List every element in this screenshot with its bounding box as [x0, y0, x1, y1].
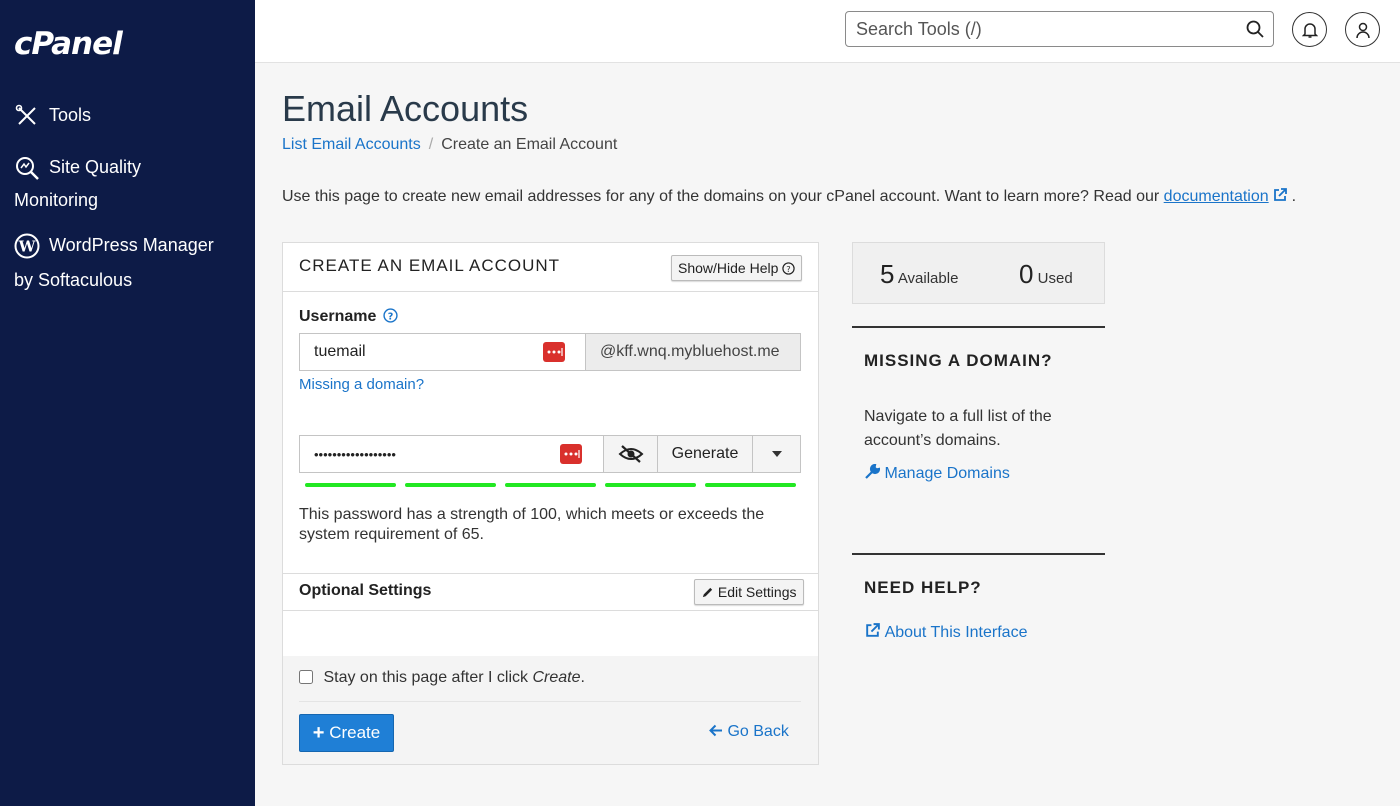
- external-link-icon: [866, 623, 880, 637]
- sidebar-item-wordpress[interactable]: W WordPress Manager: [14, 228, 214, 262]
- sidebar-item-label-continued[interactable]: by Softaculous: [14, 263, 132, 297]
- plus-icon: +: [312, 721, 325, 744]
- svg-text:W: W: [18, 238, 37, 256]
- wrench-icon: [865, 463, 881, 479]
- sidebar-item-tools[interactable]: Tools: [14, 98, 91, 132]
- search-box: [845, 11, 1274, 47]
- eye-slash-icon: [618, 444, 643, 463]
- svg-text:?: ?: [787, 264, 791, 274]
- search-icon[interactable]: [1245, 19, 1265, 39]
- svg-text:?: ?: [388, 311, 394, 322]
- go-back-link[interactable]: Go Back: [709, 723, 789, 741]
- domain-suffix: @kff.wnq.mybluehost.me: [585, 333, 801, 371]
- strength-meter-segment: [605, 483, 696, 487]
- documentation-link[interactable]: documentation: [1164, 188, 1269, 205]
- username-label: Username ?: [299, 308, 398, 326]
- breadcrumb-current: Create an Email Account: [441, 136, 618, 153]
- intro-text: Use this page to create new email addres…: [282, 187, 1296, 206]
- show-hide-help-label: Show/Hide Help: [678, 260, 779, 276]
- section-rule: [852, 553, 1105, 555]
- page-title: Email Accounts: [282, 88, 529, 129]
- arrow-left-icon: [709, 724, 722, 737]
- divider: [299, 701, 801, 702]
- generate-options-dropdown[interactable]: [752, 435, 801, 473]
- manage-domains-label: Manage Domains: [884, 465, 1010, 482]
- missing-domain-link[interactable]: Missing a domain?: [299, 376, 424, 393]
- password-manager-icon[interactable]: [543, 342, 565, 362]
- create-button[interactable]: + Create: [299, 714, 394, 752]
- intro-body: Use this page to create new email addres…: [282, 188, 1164, 205]
- available-label: Available: [897, 270, 959, 287]
- manage-domains-link[interactable]: Manage Domains: [864, 463, 1010, 483]
- available-stat: 5 Available: [880, 259, 958, 290]
- stay-on-page-checkbox[interactable]: [299, 670, 313, 684]
- used-label: Used: [1037, 270, 1073, 287]
- panel-title: CREATE AN EMAIL ACCOUNT: [299, 256, 561, 275]
- available-count: 5: [880, 259, 895, 289]
- breadcrumb: List Email Accounts / Create an Email Acco…: [282, 136, 617, 154]
- used-count: 0: [1019, 259, 1034, 289]
- sidebar: cPanel Tools Site Quality Monitoring W W…: [0, 0, 255, 806]
- bell-icon: [1301, 22, 1318, 38]
- divider: [283, 573, 818, 574]
- about-interface-label: About This Interface: [884, 624, 1028, 641]
- missing-domain-heading: MISSING A DOMAIN?: [864, 351, 1053, 370]
- strength-meter-segment: [705, 483, 796, 487]
- create-button-label: Create: [329, 722, 381, 742]
- wordpress-icon: W: [14, 233, 40, 259]
- missing-domain-text: Navigate to a full list of the account’s…: [864, 408, 1052, 449]
- about-interface-link[interactable]: About This Interface: [864, 622, 1027, 642]
- search-input[interactable]: [846, 12, 1226, 46]
- panel-header: CREATE AN EMAIL ACCOUNT Show/Hide Help ?: [283, 243, 818, 292]
- stay-label-post: .: [580, 669, 585, 686]
- breadcrumb-link-list-email-accounts[interactable]: List Email Accounts: [282, 136, 421, 153]
- edit-settings-label: Edit Settings: [717, 584, 797, 600]
- show-hide-help-button[interactable]: Show/Hide Help ?: [671, 255, 803, 281]
- tools-icon: [14, 103, 40, 129]
- external-link-icon[interactable]: [1272, 187, 1288, 203]
- user-icon: [1355, 22, 1370, 38]
- strength-meter-segment: [505, 483, 596, 487]
- user-menu-button[interactable]: [1345, 12, 1380, 47]
- used-stat: 0 Used: [1019, 259, 1073, 290]
- stay-on-page-option[interactable]: Stay on this page after I click Create.: [299, 669, 585, 687]
- magnifier-chart-icon: [14, 155, 40, 181]
- toggle-password-visibility-button[interactable]: [603, 435, 658, 473]
- help-circle-icon: ?: [782, 262, 795, 275]
- username-label-text: Username: [299, 308, 377, 325]
- breadcrumb-separator: /: [428, 136, 434, 153]
- password-strength-message: This password has a strength of 100, whi…: [299, 506, 765, 543]
- go-back-label: Go Back: [727, 723, 789, 740]
- notifications-button[interactable]: [1292, 12, 1327, 47]
- need-help-heading: NEED HELP?: [864, 578, 982, 597]
- sidebar-item-label: Tools: [49, 105, 92, 125]
- caret-down-icon: [771, 450, 782, 457]
- optional-settings-title: Optional Settings: [299, 582, 432, 599]
- strength-meter-segment: [405, 483, 496, 487]
- edit-settings-button[interactable]: Edit Settings: [694, 579, 804, 605]
- sidebar-item-label-continued[interactable]: Monitoring: [14, 183, 98, 217]
- stay-label-pre: Stay on this page after I click: [323, 669, 533, 686]
- stay-label-em: Create: [532, 669, 581, 686]
- section-rule: [852, 326, 1105, 328]
- sidebar-item-label: Site Quality: [49, 157, 142, 177]
- intro-end: .: [1291, 188, 1297, 205]
- email-quota-stats: 5 Available 0 Used: [852, 242, 1105, 304]
- sidebar-item-site-quality[interactable]: Site Quality: [14, 150, 141, 184]
- password-field: [299, 435, 604, 473]
- strength-meter-segment: [305, 483, 396, 487]
- password-input[interactable]: [300, 436, 603, 472]
- pencil-icon: [702, 587, 713, 598]
- divider: [283, 610, 818, 611]
- generate-password-button[interactable]: Generate: [657, 435, 753, 473]
- sidebar-item-label: WordPress Manager: [49, 235, 214, 255]
- help-circle-icon[interactable]: ?: [383, 308, 398, 323]
- cpanel-logo[interactable]: cPanel: [14, 26, 123, 62]
- top-bar: [255, 0, 1400, 63]
- password-manager-icon[interactable]: [560, 444, 582, 464]
